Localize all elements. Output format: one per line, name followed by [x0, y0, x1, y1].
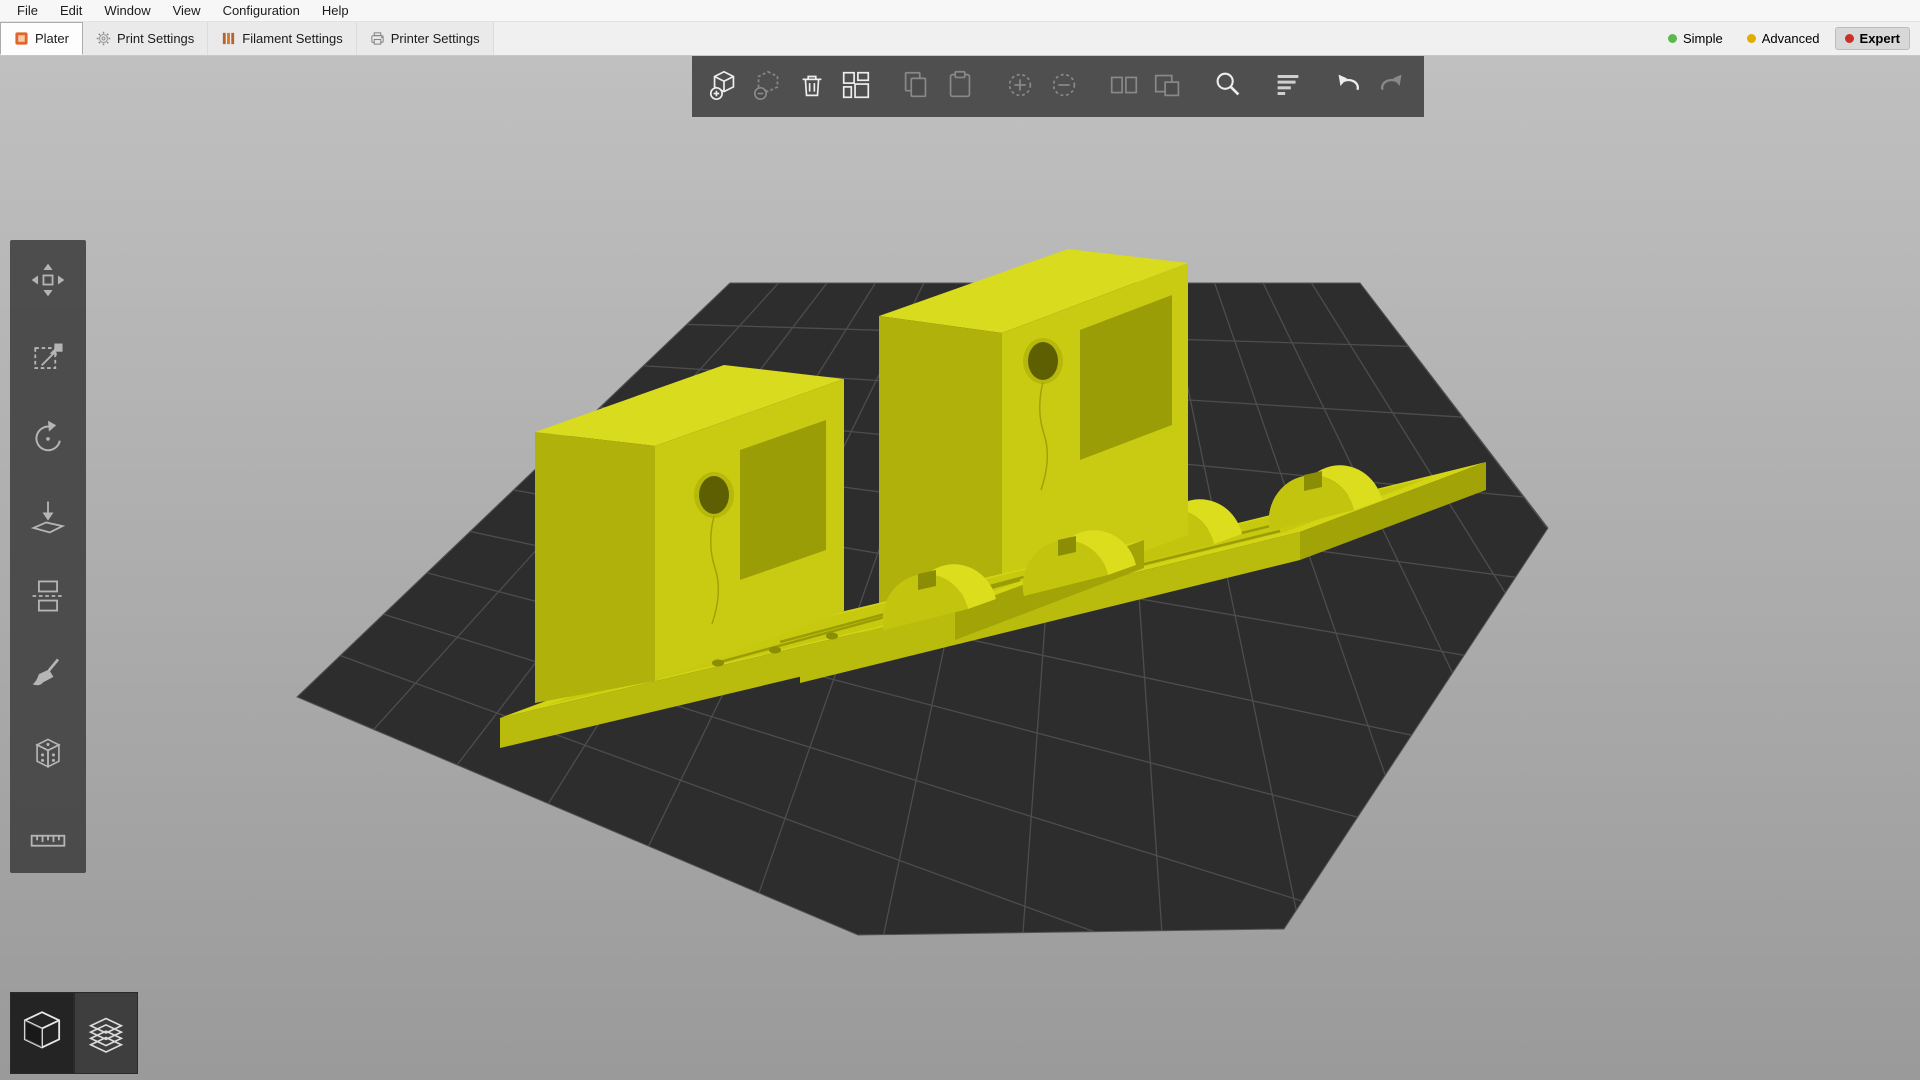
tab-printer-settings[interactable]: Printer Settings — [357, 22, 494, 55]
measure-tool-button[interactable] — [22, 807, 74, 859]
split-to-objects-icon — [1107, 68, 1141, 102]
add-instance-icon — [1003, 68, 1037, 102]
menu-help[interactable]: Help — [311, 3, 360, 18]
tab-bar: Plater Print Settings Filament Settings — [0, 22, 1920, 56]
ruler-icon — [28, 813, 68, 853]
undo-icon — [1331, 68, 1365, 102]
scale-icon — [28, 339, 68, 379]
menu-bar: File Edit Window View Configuration Help — [0, 0, 1920, 22]
cut-icon — [28, 576, 68, 616]
mode-selector: Simple Advanced Expert — [1659, 22, 1920, 55]
viewport-3d[interactable] — [0, 0, 1920, 1080]
brush-icon — [28, 655, 68, 695]
copy-icon — [899, 68, 933, 102]
place-on-face-icon — [28, 497, 68, 537]
simple-mode-dot-icon — [1668, 34, 1677, 43]
tab-print-settings[interactable]: Print Settings — [83, 22, 208, 55]
left-toolbar — [10, 240, 86, 873]
paint-tool-button[interactable] — [22, 649, 74, 701]
view-mode-buttons — [10, 992, 138, 1074]
plater-icon — [14, 31, 29, 46]
redo-button[interactable] — [1370, 59, 1414, 111]
menu-file[interactable]: File — [6, 3, 49, 18]
split-to-parts-button[interactable] — [1146, 59, 1190, 111]
layers-stack-icon — [78, 1005, 134, 1061]
redo-icon — [1375, 68, 1409, 102]
menu-edit[interactable]: Edit — [49, 3, 93, 18]
arrange-icon — [839, 68, 873, 102]
place-on-face-tool-button[interactable] — [22, 491, 74, 543]
remove-instance-icon — [1047, 68, 1081, 102]
tab-label: Print Settings — [117, 31, 194, 46]
remove-instance-button[interactable] — [1042, 59, 1086, 111]
scale-tool-button[interactable] — [22, 333, 74, 385]
add-object-icon — [707, 68, 741, 102]
tab-label: Printer Settings — [391, 31, 480, 46]
layers-preview-button[interactable] — [74, 992, 138, 1074]
move-icon — [28, 260, 68, 300]
split-to-parts-icon — [1151, 68, 1185, 102]
3d-editor-view-button[interactable] — [10, 992, 74, 1074]
trash-icon — [795, 68, 829, 102]
mode-label: Simple — [1683, 31, 1723, 46]
mode-simple[interactable]: Simple — [1659, 28, 1732, 49]
advanced-mode-dot-icon — [1747, 34, 1756, 43]
cut-tool-button[interactable] — [22, 570, 74, 622]
paste-button[interactable] — [938, 59, 982, 111]
seam-tool-button[interactable] — [22, 728, 74, 780]
mode-expert[interactable]: Expert — [1835, 27, 1910, 50]
gear-icon — [96, 31, 111, 46]
mode-label: Expert — [1860, 31, 1900, 46]
cube-icon — [14, 1005, 70, 1061]
add-object-button[interactable] — [702, 59, 746, 111]
variable-layer-height-button[interactable] — [1266, 59, 1310, 111]
add-instance-button[interactable] — [998, 59, 1042, 111]
move-tool-button[interactable] — [22, 254, 74, 306]
rotate-icon — [28, 418, 68, 458]
copy-button[interactable] — [894, 59, 938, 111]
undo-button[interactable] — [1326, 59, 1370, 111]
delete-object-button[interactable] — [746, 59, 790, 111]
menu-window[interactable]: Window — [93, 3, 161, 18]
rotate-tool-button[interactable] — [22, 412, 74, 464]
delete-all-button[interactable] — [790, 59, 834, 111]
top-toolbar — [692, 53, 1424, 117]
search-button[interactable] — [1206, 59, 1250, 111]
paste-icon — [943, 68, 977, 102]
tab-label: Filament Settings — [242, 31, 342, 46]
mode-advanced[interactable]: Advanced — [1738, 28, 1829, 49]
delete-object-icon — [751, 68, 785, 102]
menu-configuration[interactable]: Configuration — [212, 3, 311, 18]
split-to-objects-button[interactable] — [1102, 59, 1146, 111]
printer-icon — [370, 31, 385, 46]
variable-layer-height-icon — [1271, 68, 1305, 102]
tab-label: Plater — [35, 31, 69, 46]
arrange-button[interactable] — [834, 59, 878, 111]
dice-icon — [28, 734, 68, 774]
search-icon — [1211, 68, 1245, 102]
filament-icon — [221, 31, 236, 46]
tab-plater[interactable]: Plater — [0, 22, 83, 55]
menu-view[interactable]: View — [162, 3, 212, 18]
tab-filament-settings[interactable]: Filament Settings — [208, 22, 356, 55]
expert-mode-dot-icon — [1845, 34, 1854, 43]
mode-label: Advanced — [1762, 31, 1820, 46]
